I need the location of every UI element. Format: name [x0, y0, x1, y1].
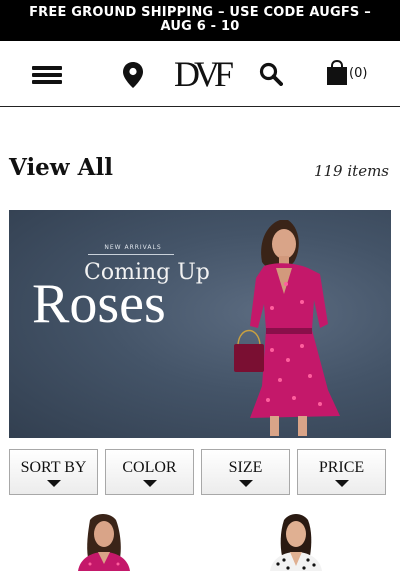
banner-kicker: NEW ARRIVALS	[104, 244, 162, 251]
sort-by-label: SORT BY	[20, 459, 87, 476]
site-header: DVF (0)	[0, 41, 400, 107]
shopping-bag-icon[interactable]	[326, 60, 348, 86]
banner-headline: Roses	[32, 273, 166, 335]
promo-banner: FREE GROUND SHIPPING – USE CODE AUGFS – …	[0, 0, 400, 41]
sort-by-dropdown[interactable]: SORT BY	[9, 449, 98, 495]
color-label: COLOR	[122, 459, 177, 476]
banner-divider	[88, 254, 174, 255]
promo-line-1: FREE GROUND SHIPPING – USE CODE AUGFS –	[29, 5, 371, 20]
map-pin-icon[interactable]	[122, 61, 144, 89]
color-filter-dropdown[interactable]: COLOR	[105, 449, 194, 495]
page-title: View All	[9, 154, 113, 181]
price-filter-dropdown[interactable]: PRICE	[297, 449, 386, 495]
chevron-down-icon	[47, 480, 61, 487]
product-thumbnail-1[interactable]	[72, 512, 136, 571]
chevron-down-icon	[335, 480, 349, 487]
price-label: PRICE	[318, 459, 365, 476]
banner-model-image	[234, 220, 340, 436]
promo-line-2: AUG 6 - 10	[160, 19, 240, 34]
size-filter-dropdown[interactable]: SIZE	[201, 449, 290, 495]
chevron-down-icon	[239, 480, 253, 487]
chevron-down-icon	[143, 480, 157, 487]
dvf-logo[interactable]: DVF	[168, 53, 234, 95]
hamburger-menu-icon[interactable]	[32, 66, 62, 84]
logo-text: DVF	[174, 54, 233, 94]
size-label: SIZE	[228, 459, 263, 476]
bag-count[interactable]: (0)	[349, 66, 367, 81]
item-count: 119 items	[313, 162, 389, 180]
search-icon[interactable]	[259, 62, 283, 86]
product-thumbnail-2[interactable]	[264, 512, 328, 571]
